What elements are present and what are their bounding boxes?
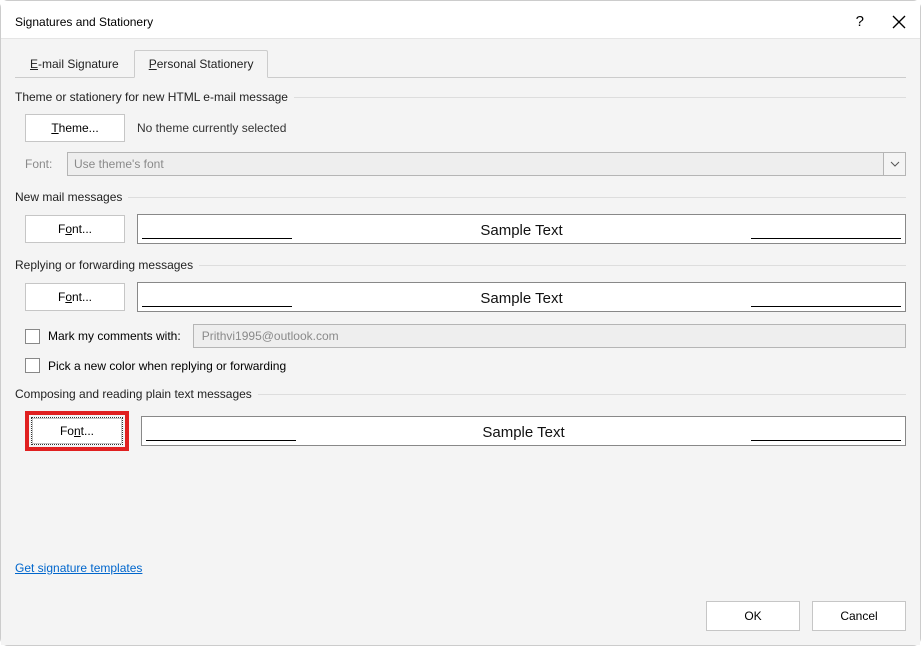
tab-row: E-mail Signature Personal Stationery bbox=[15, 49, 906, 77]
ok-button[interactable]: OK bbox=[706, 601, 800, 631]
plain-font-button[interactable]: Font... bbox=[31, 417, 123, 445]
newmail-sample: Sample Text bbox=[137, 214, 906, 244]
mark-comments-value: Prithvi1995@outlook.com bbox=[193, 324, 906, 348]
font-label: Font: bbox=[25, 157, 59, 171]
reply-font-button[interactable]: Font... bbox=[25, 283, 125, 311]
highlight-box: Font... bbox=[25, 411, 129, 451]
mark-comments-label: Mark my comments with: bbox=[48, 329, 181, 343]
font-combo-value: Use theme's font bbox=[68, 153, 883, 175]
pick-color-checkbox[interactable] bbox=[25, 358, 40, 373]
reply-sample: Sample Text bbox=[137, 282, 906, 312]
signatures-stationery-dialog: Signatures and Stationery ? E-mail Signa… bbox=[0, 0, 921, 646]
titlebar: Signatures and Stationery ? bbox=[1, 1, 920, 38]
help-icon[interactable]: ? bbox=[856, 13, 864, 30]
get-templates-link[interactable]: Get signature templates bbox=[15, 561, 906, 575]
section-newmail-title: New mail messages bbox=[15, 190, 906, 204]
tab-personal-stationery[interactable]: Personal Stationery bbox=[134, 50, 269, 78]
close-icon[interactable] bbox=[892, 15, 906, 29]
theme-button[interactable]: Theme... bbox=[25, 114, 125, 142]
newmail-font-button[interactable]: Font... bbox=[25, 215, 125, 243]
chevron-down-icon[interactable] bbox=[883, 153, 905, 175]
section-plain-title: Composing and reading plain text message… bbox=[15, 387, 906, 401]
section-theme-title: Theme or stationery for new HTML e-mail … bbox=[15, 90, 906, 104]
theme-hint: No theme currently selected bbox=[137, 121, 286, 135]
dialog-title: Signatures and Stationery bbox=[15, 15, 153, 29]
cancel-button[interactable]: Cancel bbox=[812, 601, 906, 631]
pick-color-label: Pick a new color when replying or forwar… bbox=[48, 359, 286, 373]
tab-email-signature[interactable]: E-mail Signature bbox=[15, 50, 134, 78]
dialog-footer: OK Cancel bbox=[1, 587, 920, 645]
font-combobox[interactable]: Use theme's font bbox=[67, 152, 906, 176]
plain-sample: Sample Text bbox=[141, 416, 906, 446]
mark-comments-checkbox[interactable] bbox=[25, 329, 40, 344]
tab-panel: Theme or stationery for new HTML e-mail … bbox=[15, 77, 906, 587]
section-reply-title: Replying or forwarding messages bbox=[15, 258, 906, 272]
